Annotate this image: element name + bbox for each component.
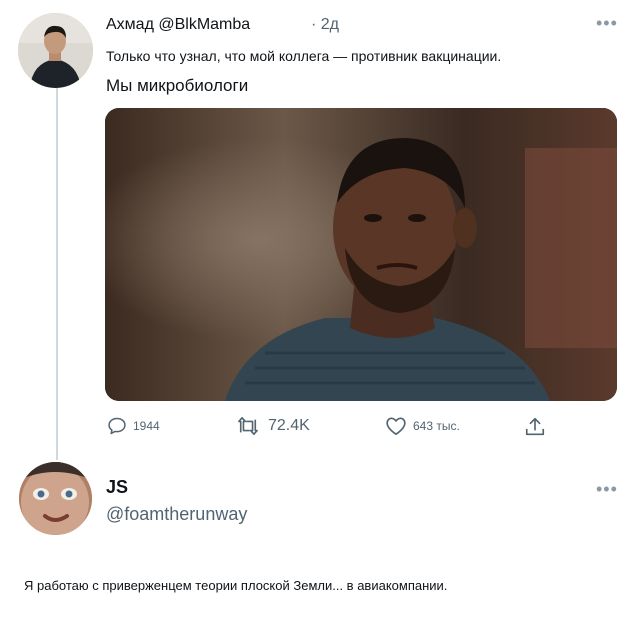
- avatar[interactable]: [18, 13, 93, 88]
- author-handle[interactable]: @foamtherunway: [106, 504, 247, 525]
- share-button[interactable]: [524, 416, 546, 438]
- avatar[interactable]: [19, 462, 92, 535]
- thread-connector-line: [56, 88, 58, 460]
- share-icon: [525, 417, 545, 436]
- heart-icon: [386, 417, 406, 435]
- author-name[interactable]: JS: [106, 477, 128, 498]
- retweet-count: 72.4K: [268, 417, 310, 434]
- reply-button[interactable]: 1944: [107, 416, 160, 436]
- retweet-icon: [238, 417, 258, 435]
- reply-count: 1944: [133, 419, 160, 433]
- more-options-icon[interactable]: •••: [596, 14, 618, 32]
- more-options-icon[interactable]: •••: [596, 480, 618, 498]
- tweet-text-line-1: Только что узнал, что мой коллега — прот…: [106, 48, 502, 64]
- tweet-text: Я работаю с приверженцем теории плоской …: [24, 578, 448, 593]
- like-button[interactable]: 643 тыс.: [385, 416, 460, 436]
- tweet-text-line-2: Мы микробиологи: [106, 76, 249, 95]
- reply-icon: [108, 417, 126, 435]
- like-count: 643 тыс.: [413, 419, 460, 433]
- timestamp[interactable]: · 2д: [311, 16, 339, 34]
- author-name-handle[interactable]: Ахмад @BlkMamba: [106, 16, 250, 34]
- retweet-button[interactable]: 72.4K: [236, 416, 310, 436]
- tweet-media-image[interactable]: [105, 108, 617, 401]
